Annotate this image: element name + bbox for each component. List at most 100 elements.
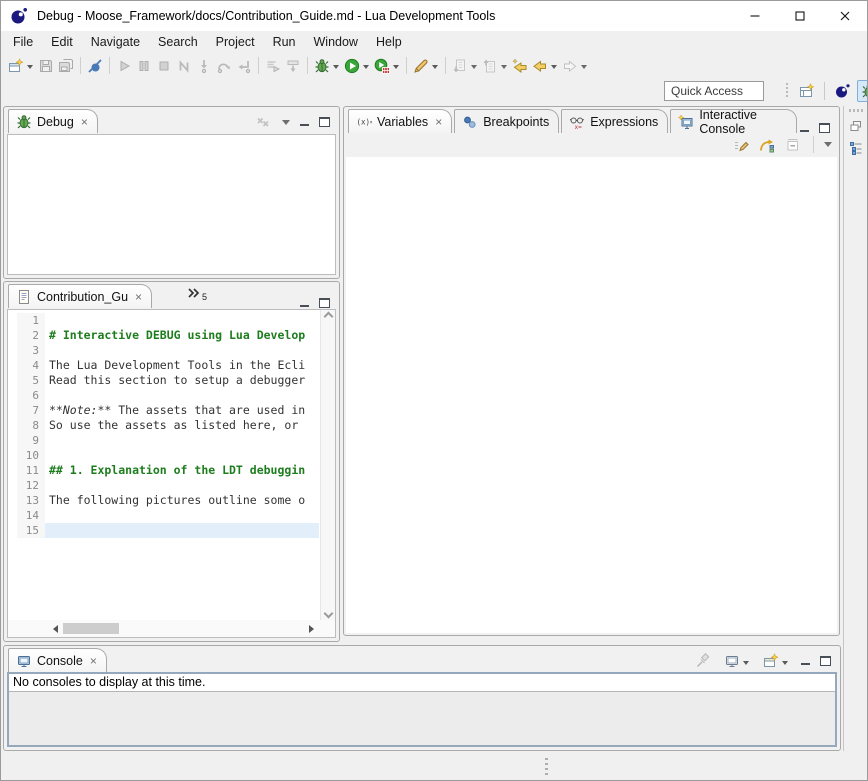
tab-variables[interactable]: (x)=Variables×: [348, 109, 452, 133]
back-button[interactable]: [530, 55, 560, 77]
use-step-filters-button[interactable]: [263, 55, 283, 77]
menu-search[interactable]: Search: [149, 32, 207, 52]
view-menu-icon[interactable]: [282, 120, 290, 125]
show-logical-structures-button[interactable]: [757, 134, 777, 156]
menu-file[interactable]: File: [4, 32, 42, 52]
code-text[interactable]: [45, 508, 319, 523]
code-text[interactable]: [45, 478, 319, 493]
close-icon[interactable]: ×: [81, 116, 88, 128]
minimize-button[interactable]: [299, 298, 310, 308]
drag-handle[interactable]: [785, 83, 788, 99]
open-perspective-button[interactable]: [795, 80, 819, 102]
scrollbar-thumb[interactable]: [63, 623, 119, 634]
code-text[interactable]: So use the assets as listed here, or: [45, 418, 319, 433]
outline-view-button[interactable]: [846, 138, 866, 158]
close-icon[interactable]: ×: [90, 655, 97, 667]
run-button[interactable]: [342, 55, 372, 77]
disconnect-button[interactable]: [174, 55, 194, 77]
next-annotation-button[interactable]: [450, 55, 480, 77]
open-console-button[interactable]: [761, 650, 791, 672]
debug-perspective-button[interactable]: [857, 80, 868, 102]
editor-horizontal-scrollbar[interactable]: [8, 620, 335, 637]
dropdown-arrow-icon[interactable]: [501, 65, 507, 72]
quick-access-input[interactable]: [664, 81, 764, 101]
tab-editor-contribution-guide[interactable]: Contribution_Gu ×: [8, 284, 152, 308]
step-over-button[interactable]: [214, 55, 234, 77]
code-text[interactable]: **Note:** The assets that are used in: [45, 403, 319, 418]
win-close-button[interactable]: [822, 1, 867, 31]
lua-perspective-button[interactable]: [830, 80, 854, 102]
menu-window[interactable]: Window: [305, 32, 367, 52]
code-area[interactable]: 12# Interactive DEBUG using Lua Develop3…: [8, 310, 335, 620]
code-text[interactable]: The following pictures outline some o: [45, 493, 319, 508]
maximize-button[interactable]: [319, 117, 330, 127]
code-text[interactable]: [45, 388, 319, 403]
code-text[interactable]: # Interactive DEBUG using Lua Develop: [45, 328, 319, 343]
status-bar-grip[interactable]: [545, 758, 548, 776]
minimize-button[interactable]: [299, 117, 310, 127]
tab-console[interactable]: Console ×: [8, 648, 107, 672]
close-icon[interactable]: ×: [135, 291, 142, 303]
terminate-button[interactable]: [154, 55, 174, 77]
maximize-button[interactable]: [820, 656, 831, 666]
scroll-up-icon[interactable]: [323, 312, 333, 322]
minimize-button[interactable]: [799, 123, 810, 133]
collapse-all-button[interactable]: [783, 134, 803, 156]
menu-project[interactable]: Project: [207, 32, 264, 52]
view-menu-icon[interactable]: [824, 142, 832, 147]
code-text[interactable]: Read this section to setup a debugger: [45, 373, 319, 388]
menu-edit[interactable]: Edit: [42, 32, 82, 52]
previous-annotation-button[interactable]: [480, 55, 510, 77]
dropdown-arrow-icon[interactable]: [432, 65, 438, 72]
dropdown-arrow-icon[interactable]: [393, 65, 399, 72]
new-wizard-button[interactable]: [6, 55, 36, 77]
dropdown-arrow-icon[interactable]: [471, 65, 477, 72]
external-tools-button[interactable]: [411, 55, 441, 77]
pin-console-button[interactable]: [693, 650, 713, 672]
win-minimize-button[interactable]: [732, 1, 777, 31]
tab-expressions[interactable]: x=Expressions: [561, 109, 668, 133]
code-text[interactable]: [45, 343, 319, 358]
resume-button[interactable]: [114, 55, 134, 77]
menu-navigate[interactable]: Navigate: [82, 32, 149, 52]
dropdown-arrow-icon[interactable]: [782, 661, 788, 668]
drag-handle[interactable]: [849, 109, 863, 112]
code-text[interactable]: The Lua Development Tools in the Ecli: [45, 358, 319, 373]
tab-interactive-console[interactable]: Interactive Console: [670, 109, 797, 133]
dropdown-arrow-icon[interactable]: [743, 661, 749, 668]
step-return-button[interactable]: [234, 55, 254, 77]
menu-run[interactable]: Run: [264, 32, 305, 52]
code-text[interactable]: [45, 433, 319, 448]
dropdown-arrow-icon[interactable]: [551, 65, 557, 72]
drop-to-frame-button[interactable]: [283, 55, 303, 77]
editor-vertical-scrollbar[interactable]: [320, 310, 335, 620]
editor-tab-overflow[interactable]: 5: [186, 285, 207, 302]
dropdown-arrow-icon[interactable]: [581, 65, 587, 72]
display-selected-console-button[interactable]: [722, 650, 752, 672]
minimize-button[interactable]: [800, 656, 811, 666]
show-type-names-button[interactable]: [731, 134, 751, 156]
save-all-button[interactable]: [56, 55, 76, 77]
tab-debug[interactable]: Debug ×: [8, 109, 98, 133]
scroll-right-icon[interactable]: [309, 625, 318, 633]
coverage-button[interactable]: [372, 55, 402, 77]
win-maximize-button[interactable]: [777, 1, 822, 31]
code-text[interactable]: [45, 313, 319, 328]
suspend-button[interactable]: [134, 55, 154, 77]
remove-all-terminated-button[interactable]: [253, 111, 273, 133]
menu-help[interactable]: Help: [367, 32, 411, 52]
maximize-button[interactable]: [319, 298, 330, 308]
tab-breakpoints[interactable]: Breakpoints: [454, 109, 559, 133]
debug-button[interactable]: [312, 55, 342, 77]
scroll-down-icon[interactable]: [323, 609, 333, 619]
code-text[interactable]: [45, 448, 319, 463]
close-icon[interactable]: ×: [435, 116, 442, 128]
forward-button[interactable]: [560, 55, 590, 77]
maximize-button[interactable]: [819, 123, 830, 133]
dropdown-arrow-icon[interactable]: [363, 65, 369, 72]
step-into-button[interactable]: [194, 55, 214, 77]
skip-all-breakpoints-button[interactable]: [85, 55, 105, 77]
restore-views-button[interactable]: [846, 116, 866, 136]
dropdown-arrow-icon[interactable]: [333, 65, 339, 72]
code-text[interactable]: [45, 523, 319, 538]
